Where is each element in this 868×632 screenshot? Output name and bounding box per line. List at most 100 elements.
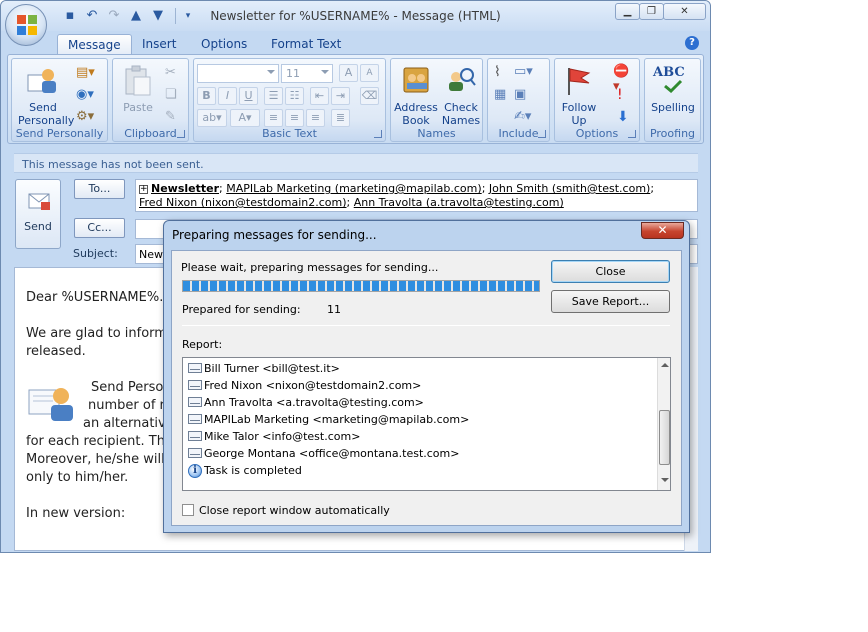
envelope-icon [188,448,202,458]
group-basic-text: 11 A A B I U ☰ ☷ ⇤ ⇥ ⌫ ab▾ A▾ ≡ ≡ ≡ ≣ Ba… [193,58,386,142]
options-launcher-icon[interactable] [628,130,636,138]
format-painter-icon[interactable]: ✎ [165,109,183,127]
follow-up-flag-icon [568,68,591,95]
scroll-thumb[interactable] [659,410,670,465]
font-name-combo[interactable] [197,64,279,83]
tab-message[interactable]: Message [57,34,132,55]
check-names-button[interactable]: Check Names [439,101,483,127]
report-row: Ann Travolta <a.travolta@testing.com> [188,394,424,411]
report-row-text: Task is completed [204,464,302,477]
address-book-label-1: Address [394,101,438,114]
help-small-icon[interactable]: ◉▾ [76,87,94,105]
envelope-icon [188,363,202,373]
paste-button[interactable]: Paste [116,101,160,114]
group-proofing: ABC Spelling Proofing [644,58,701,142]
bold-button[interactable]: B [197,87,216,105]
high-importance-icon[interactable]: ! [617,87,635,105]
group-include: ⌇ ▭▾ ▦ ▣ ✍▾ Include [487,58,550,142]
group-label-proofing: Proofing [649,127,696,140]
recipient-ann-travolta[interactable]: Ann Travolta (a.travolta@testing.com) [354,196,564,209]
align-left-icon[interactable]: ≡ [264,109,283,127]
decrease-indent-icon[interactable]: ⇤ [310,87,329,105]
tab-options[interactable]: Options [191,34,257,55]
underline-button[interactable]: U [239,87,258,105]
align-center-icon[interactable]: ≡ [285,109,304,127]
font-size-value: 11 [286,67,300,80]
increase-indent-icon[interactable]: ⇥ [331,87,350,105]
office-button[interactable] [5,4,47,46]
recipient-newsletter[interactable]: Newsletter [151,182,219,195]
follow-up-button[interactable]: Follow Up [558,101,600,127]
merge-icon[interactable]: ▤▾ [76,65,95,83]
report-scrollbar[interactable] [657,358,670,490]
report-list[interactable]: Bill Turner <bill@test.it> Fred Nixon <ni… [182,357,671,491]
highlight-icon[interactable]: ab▾ [197,109,227,127]
scroll-up-icon[interactable] [661,363,669,367]
maximize-button[interactable]: ❐ [639,3,664,20]
numbering-icon[interactable]: ☷ [285,87,304,105]
send-envelope-icon [28,193,50,210]
recipient-fred-nixon[interactable]: Fred Nixon (nixon@testdomain2.com) [139,196,347,209]
signature-icon[interactable]: ✍▾ [514,109,532,127]
send-button[interactable]: Send [15,179,61,249]
scroll-down-icon[interactable] [661,478,669,482]
prepared-label: Prepared for sending: [182,303,301,316]
attach-file-icon[interactable]: ⌇ [494,64,512,82]
clear-formatting-icon[interactable]: ⌫ [360,87,379,105]
report-row-text: George Montana <office@montana.test.com> [204,447,460,460]
settings-icon[interactable]: ⚙▾ [76,109,94,127]
cut-icon[interactable]: ✂ [165,65,183,83]
close-button[interactable]: Close [551,260,670,283]
to-button[interactable]: To... [74,179,125,199]
align-right-icon[interactable]: ≡ [306,109,325,127]
basic-text-launcher-icon[interactable] [374,130,382,138]
justify-icon[interactable]: ≣ [331,109,350,127]
window-close-button[interactable]: ✕ [663,3,706,20]
spelling-icon: ABC [653,65,685,80]
report-row: George Montana <office@montana.test.com> [188,445,459,462]
send-personally-button[interactable]: Send Personally [18,101,74,127]
business-card-icon[interactable]: ▦ [494,87,512,105]
help-icon[interactable]: ? [685,36,699,50]
grow-font-button[interactable]: A [339,64,358,82]
check-names-label-1: Check [444,101,478,114]
auto-close-checkbox[interactable] [182,504,194,516]
shrink-font-button[interactable]: A [360,64,379,82]
body-p2-line1: Send Person [91,380,172,395]
tab-insert[interactable]: Insert [132,34,186,55]
recipient-mapilab[interactable]: MAPILab Marketing (marketing@mapilab.com… [226,182,481,195]
envelope-icon [188,431,202,441]
clipboard-launcher-icon[interactable] [177,130,185,138]
save-report-button[interactable]: Save Report... [551,290,670,313]
bullets-icon[interactable]: ☰ [264,87,283,105]
calendar-icon[interactable]: ▣ [514,87,532,105]
expand-group-icon[interactable]: + [139,185,148,194]
include-launcher-icon[interactable] [538,130,546,138]
font-size-combo[interactable]: 11 [281,64,333,83]
report-row: Mike Talor <info@test.com> [188,428,360,445]
report-row-text: Mike Talor <info@test.com> [204,430,361,443]
to-field[interactable]: + Newsletter; MAPILab Marketing (marketin… [135,179,698,212]
follow-up-label-1: Follow [561,101,597,114]
cc-button[interactable]: Cc... [74,218,125,238]
low-importance-icon[interactable]: ⬇ [617,109,635,127]
copy-icon[interactable]: ❏ [165,87,183,105]
to-line-2: Fred Nixon (nixon@testdomain2.com); Ann … [139,196,564,209]
report-row: i Task is completed [188,462,302,479]
progress-bar [182,280,540,292]
italic-button[interactable]: I [218,87,237,105]
font-color-icon[interactable]: A▾ [230,109,260,127]
permission-icon[interactable]: ⛔▾ [613,64,631,94]
send-label: Send [24,220,52,233]
report-row-text: Bill Turner <bill@test.it> [204,362,340,375]
minimize-button[interactable]: ▁ [615,3,640,20]
tab-format-text[interactable]: Format Text [261,34,351,55]
dialog-close-x-button[interactable]: ✕ [641,222,684,239]
send-personally-illustration-icon [28,388,73,421]
recipient-john-smith[interactable]: John Smith (smith@test.com) [489,182,650,195]
report-row: Fred Nixon <nixon@testdomain2.com> [188,377,421,394]
report-row: Bill Turner <bill@test.it> [188,360,340,377]
spelling-button[interactable]: Spelling [647,101,699,114]
attach-item-icon[interactable]: ▭▾ [514,64,533,82]
address-book-button[interactable]: Address Book [394,101,438,127]
